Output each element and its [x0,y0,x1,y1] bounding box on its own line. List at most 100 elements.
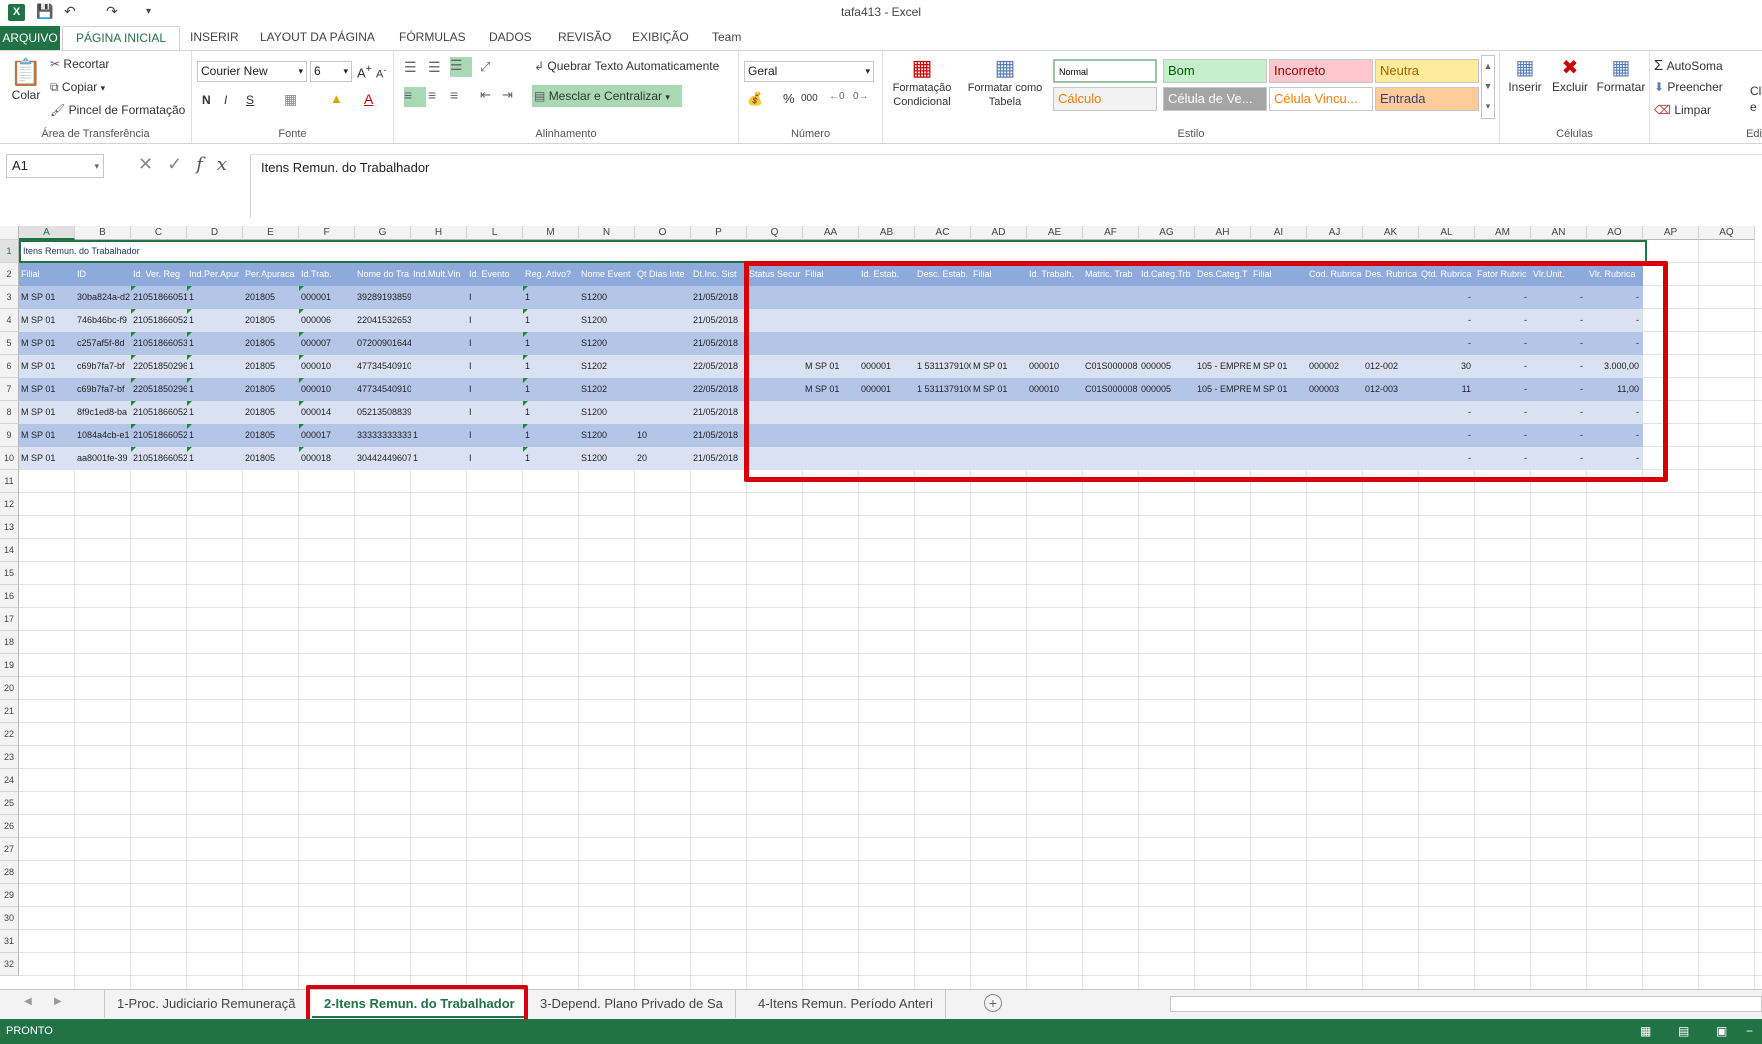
data-cell[interactable] [1083,309,1139,332]
data-cell[interactable]: 1 [523,447,579,470]
data-cell[interactable]: 000014 [299,401,355,424]
column-header[interactable]: N [579,226,635,240]
data-cell[interactable]: 000010 [1027,378,1083,401]
horizontal-scrollbar[interactable] [1170,996,1762,1012]
data-cell[interactable] [915,286,971,309]
data-cell[interactable]: 1 [523,424,579,447]
data-cell[interactable]: 000006 [299,309,355,332]
data-cell[interactable] [1363,424,1419,447]
data-cell[interactable]: C01S000008 [1083,378,1139,401]
data-cell[interactable] [803,309,859,332]
column-header[interactable]: A [19,226,75,240]
data-cell[interactable]: - [1587,286,1643,309]
number-format-select[interactable]: Geral ▾ [744,61,874,82]
column-header[interactable]: O [635,226,691,240]
data-cell[interactable] [803,424,859,447]
data-cell[interactable] [1083,286,1139,309]
data-cell[interactable]: M SP 01 [19,447,75,470]
font-size-select[interactable]: 6 ▾ [310,61,352,82]
add-sheet-icon[interactable]: + [984,994,1002,1012]
data-cell[interactable] [803,401,859,424]
data-cell[interactable]: c69b7fa7-bf [75,378,131,401]
data-cell[interactable] [1251,286,1307,309]
data-cell[interactable]: 000010 [1027,355,1083,378]
data-cell[interactable]: 1 [187,447,243,470]
data-cell[interactable] [1139,447,1195,470]
data-cell[interactable] [1363,332,1419,355]
data-cell[interactable]: - [1531,447,1587,470]
enter-icon[interactable]: ✓ [167,154,196,174]
data-cell[interactable] [1307,447,1363,470]
data-cell[interactable]: - [1419,332,1475,355]
data-cell[interactable]: M SP 01 [19,378,75,401]
conditional-formatting-button[interactable]: ▦ Formatação Condicional [885,55,959,109]
column-title-cell[interactable]: Id. Evento [467,263,523,286]
data-cell[interactable]: I [467,286,523,309]
data-cell[interactable]: - [1475,355,1531,378]
data-cell[interactable]: 1 [411,447,467,470]
data-cell[interactable]: 21051866053 [131,332,187,355]
data-cell[interactable] [1083,447,1139,470]
data-cell[interactable]: 20 [635,447,691,470]
align-center-icon[interactable]: ≡ [428,87,436,103]
data-cell[interactable] [1027,332,1083,355]
format-cells-button[interactable]: ▦ Formatar [1594,55,1648,94]
data-cell[interactable]: 07200901644 [355,332,411,355]
data-cell[interactable] [971,332,1027,355]
page-break-icon[interactable]: ▣ [1716,1019,1727,1044]
row-header[interactable]: 21 [0,700,19,723]
align-middle-icon[interactable]: ☰ [428,59,441,76]
column-header[interactable]: AK [1363,226,1419,240]
column-title-cell[interactable]: Ind.Mult.Vin [411,263,467,286]
data-cell[interactable]: - [1531,401,1587,424]
sheet-title-cell[interactable]: Itens Remun. do Trabalhador [19,240,1647,263]
data-cell[interactable]: 05213508839 [355,401,411,424]
data-cell[interactable] [635,355,691,378]
row-header[interactable]: 18 [0,631,19,654]
data-cell[interactable] [859,309,915,332]
data-cell[interactable]: 000001 [859,378,915,401]
data-cell[interactable]: 1 5311379100 [915,378,971,401]
sheet-tab-1[interactable]: 1-Proc. Judiciario Remuneraçã [104,990,309,1018]
column-title-cell[interactable]: ID [75,263,131,286]
tab-home[interactable]: PÁGINA INICIAL [62,26,181,51]
data-cell[interactable] [859,332,915,355]
data-cell[interactable]: S1200 [579,332,635,355]
data-cell[interactable]: - [1419,286,1475,309]
formula-input[interactable]: Itens Remun. do Trabalhador [250,154,1762,218]
data-cell[interactable] [411,309,467,332]
cell-style-1[interactable]: Bom [1163,59,1267,83]
data-cell[interactable] [1195,309,1251,332]
data-cell[interactable]: 000010 [299,355,355,378]
data-cell[interactable]: 1 [523,332,579,355]
row-header[interactable]: 13 [0,516,19,539]
column-header[interactable]: F [299,226,355,240]
zoom-out-icon[interactable]: − [1746,1019,1753,1044]
data-cell[interactable] [635,401,691,424]
data-cell[interactable]: 1 [523,401,579,424]
row-header[interactable]: 23 [0,746,19,769]
data-cell[interactable] [859,447,915,470]
data-cell[interactable]: - [1587,424,1643,447]
column-header[interactable]: AE [1027,226,1083,240]
column-header[interactable]: AL [1419,226,1475,240]
column-header[interactable]: AG [1139,226,1195,240]
column-header[interactable]: P [691,226,747,240]
data-cell[interactable]: S1200 [579,309,635,332]
data-cell[interactable] [803,447,859,470]
data-cell[interactable]: - [1531,424,1587,447]
data-cell[interactable]: 000005 [1139,355,1195,378]
bold-button[interactable]: N [202,93,211,107]
column-title-cell[interactable]: Nome do Tra [355,263,411,286]
page-layout-icon[interactable]: ▤ [1678,1019,1689,1044]
orientation-icon[interactable]: ⤢ [480,59,490,75]
increase-decimal-icon[interactable]: ←0 [829,91,845,102]
data-cell[interactable]: - [1419,309,1475,332]
data-cell[interactable]: 47734540910 [355,378,411,401]
format-as-table-button[interactable]: ▦ Formatar como Tabela [963,55,1047,109]
column-header[interactable]: AM [1475,226,1531,240]
data-cell[interactable]: 8f9c1ed8-ba [75,401,131,424]
data-cell[interactable]: 000001 [299,286,355,309]
sheet-tab-2[interactable]: 2-Itens Remun. do Trabalhador [312,990,528,1018]
tab-page-layout[interactable]: LAYOUT DA PÁGINA [260,30,375,44]
